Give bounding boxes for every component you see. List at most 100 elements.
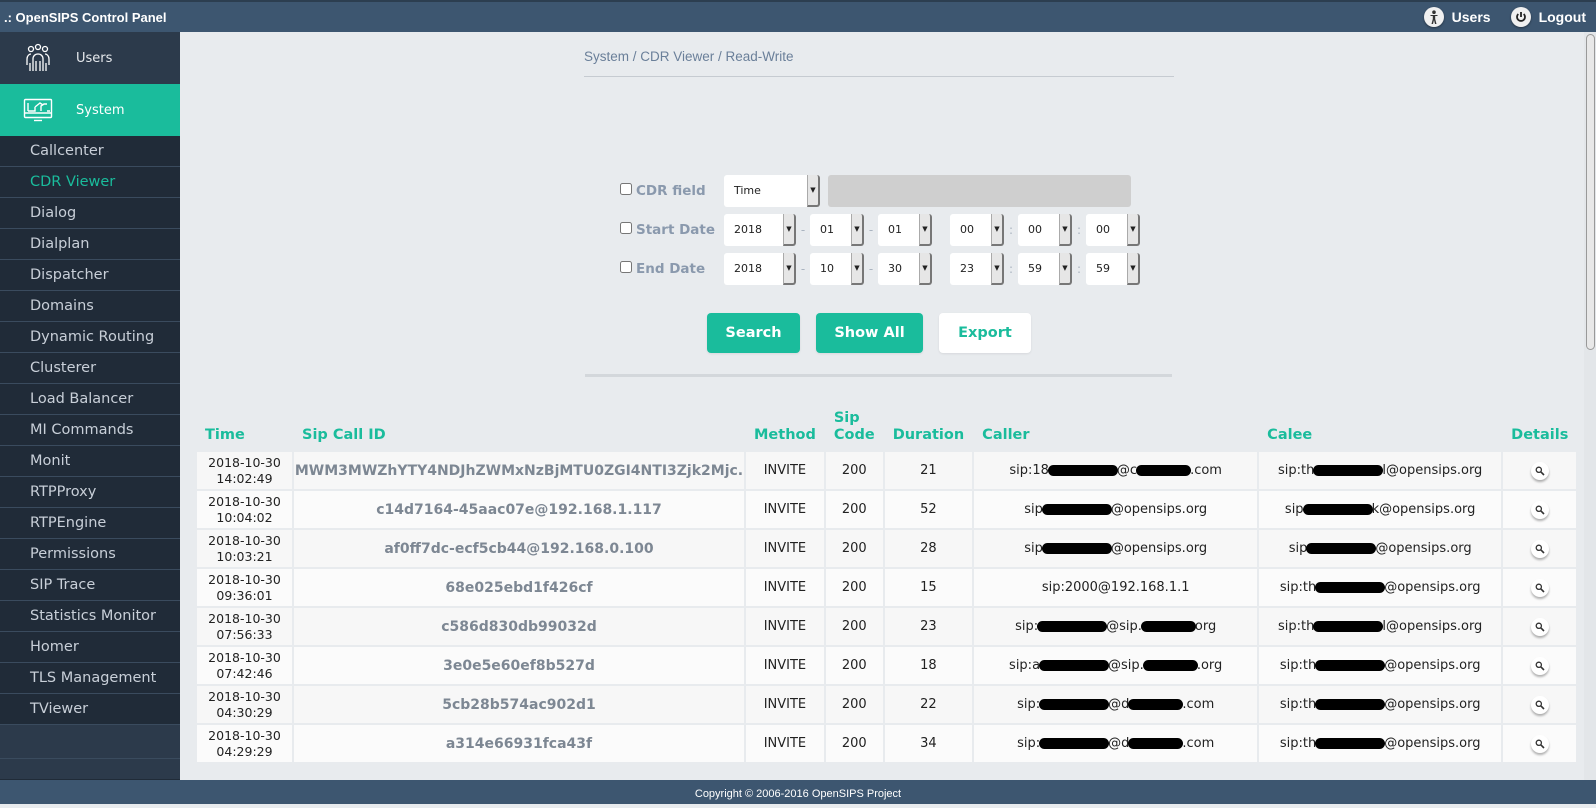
cell-callee-part: l@opensips.org [1382, 463, 1483, 478]
magnifier-icon[interactable] [1530, 734, 1549, 753]
vertical-scrollbar[interactable] [1584, 32, 1596, 780]
sidebar-item-rtpproxy[interactable]: RTPProxy [0, 477, 180, 508]
sidebar-item-tviewer[interactable]: TViewer [0, 694, 180, 725]
magnifier-icon[interactable] [1530, 578, 1549, 597]
cell-caller-part: @d [1108, 697, 1130, 712]
logout-link[interactable]: Logout [1510, 7, 1586, 27]
table-row: 2018-10-30 10:04:02 c14d7164-45aac07e@192.… [197, 491, 1577, 528]
start-second-select[interactable]: 00 ▼ [1086, 214, 1140, 246]
end-second-select[interactable]: 59 ▼ [1086, 253, 1140, 285]
sidebar-item-callcenter[interactable]: Callcenter [0, 136, 180, 167]
end-date-label-text: End Date [636, 261, 706, 277]
sidebar-item-dispatcher[interactable]: Dispatcher [0, 260, 180, 291]
cell-call-id: 68e025ebd1f426cf [294, 569, 744, 606]
redaction-mark [1039, 660, 1110, 671]
sidebar-item-sip-trace[interactable]: SIP Trace [0, 570, 180, 601]
sidebar-item-tls-management[interactable]: TLS Management [0, 663, 180, 694]
sidebar-item-dialog[interactable]: Dialog [0, 198, 180, 229]
start-day-select[interactable]: 01 ▼ [878, 214, 932, 246]
sidebar-item-domains[interactable]: Domains [0, 291, 180, 322]
cell-caller-part: sip: [1017, 697, 1041, 712]
redaction-mark [1142, 660, 1198, 671]
cell-callee-part: sip [1288, 541, 1308, 556]
cdr-field-select[interactable]: Time ▼ [724, 175, 820, 207]
cell-callee: sip:th @opensips.org [1259, 725, 1502, 762]
start-hour-select[interactable]: 00 ▼ [950, 214, 1004, 246]
sidebar-item-statistics-monitor[interactable]: Statistics Monitor [0, 601, 180, 632]
show-all-button[interactable]: Show All [816, 313, 923, 353]
start-month-select[interactable]: 01 ▼ [810, 214, 864, 246]
cell-sip-code: 200 [825, 608, 883, 645]
cell-callee-part: sip [1284, 502, 1304, 517]
cell-time-text: 04:30:29 [216, 704, 273, 720]
cell-details [1503, 530, 1577, 567]
date-separator: - [868, 223, 874, 237]
end-minute-select[interactable]: 59 ▼ [1018, 253, 1072, 285]
cdr-field-label-text: CDR field [636, 183, 706, 199]
end-day-select[interactable]: 30 ▼ [878, 253, 932, 285]
sidebar-item-dialplan[interactable]: Dialplan [0, 229, 180, 260]
cdr-field-value-input[interactable] [828, 175, 1131, 207]
cell-call-id: 5cb28b574ac902d1 [294, 686, 744, 723]
start-month-value: 01 [820, 223, 834, 236]
sidebar-item-cdr-viewer[interactable]: CDR Viewer [0, 167, 180, 198]
magnifier-icon[interactable] [1530, 617, 1549, 636]
start-minute-select[interactable]: 00 ▼ [1018, 214, 1072, 246]
search-button[interactable]: Search [707, 313, 800, 353]
start-year-select[interactable]: 2018 ▼ [724, 214, 796, 246]
magnifier-icon[interactable] [1530, 695, 1549, 714]
cell-method: INVITE [746, 452, 824, 489]
end-date-row: End Date 2018 ▼ - 10 ▼ - 30 ▼ 23 ▼ : 59 ▼ : 5… [620, 253, 1140, 285]
chevron-down-icon: ▼ [851, 214, 864, 246]
cell-method: INVITE [746, 608, 824, 645]
scrollbar-thumb[interactable] [1586, 34, 1595, 350]
sidebar-item-load-balancer[interactable]: Load Balancer [0, 384, 180, 415]
end-minute-value: 59 [1028, 262, 1042, 275]
sidebar-item-dynamic-routing[interactable]: Dynamic Routing [0, 322, 180, 353]
cell-details [1503, 491, 1577, 528]
magnifier-icon[interactable] [1530, 539, 1549, 558]
magnifier-icon[interactable] [1530, 461, 1549, 480]
end-hour-select[interactable]: 23 ▼ [950, 253, 1004, 285]
cell-date-text: 2018-10-30 [208, 532, 281, 548]
redaction-mark [1315, 738, 1386, 749]
top-users-label: Users [1451, 9, 1491, 25]
sidebar-section-users[interactable]: Users [0, 32, 180, 84]
cell-caller: sip @opensips.org [974, 491, 1258, 528]
chevron-down-icon: ▼ [783, 214, 796, 246]
sidebar-section-system[interactable]: System [0, 84, 180, 136]
chevron-down-icon: ▼ [1059, 253, 1072, 285]
cell-caller: sip:18 @c .com [974, 452, 1258, 489]
sidebar-item-monit[interactable]: Monit [0, 446, 180, 477]
end-date-checkbox[interactable] [620, 261, 632, 273]
time-separator: : [1008, 262, 1014, 276]
cell-call-id: MWM3MWZhYTY4NDJhZWMxNzBjMTU0ZGI4NTI3Zjk2… [294, 452, 744, 489]
sidebar-item-mi-commands[interactable]: MI Commands [0, 415, 180, 446]
cell-caller: sip:2000@192.168.1.1 [974, 569, 1258, 606]
top-users-link[interactable]: Users [1423, 7, 1491, 27]
cell-sip-code: 200 [825, 725, 883, 762]
sidebar-item-permissions[interactable]: Permissions [0, 539, 180, 570]
cdr-field-checkbox[interactable] [620, 183, 632, 195]
end-year-select[interactable]: 2018 ▼ [724, 253, 796, 285]
export-button[interactable]: Export [939, 313, 1031, 353]
magnifier-icon[interactable] [1530, 500, 1549, 519]
sidebar-item-rtpengine[interactable]: RTPEngine [0, 508, 180, 539]
cell-caller: sip @opensips.org [974, 530, 1258, 567]
end-month-value: 10 [820, 262, 834, 275]
cell-time-text: 09:36:01 [216, 587, 273, 603]
start-date-checkbox[interactable] [620, 222, 632, 234]
cell-date-text: 2018-10-30 [208, 493, 281, 509]
end-month-select[interactable]: 10 ▼ [810, 253, 864, 285]
magnifier-icon[interactable] [1530, 656, 1549, 675]
table-row: 2018-10-30 07:42:46 3e0e5e60ef8b527d INVITE… [197, 647, 1577, 684]
sidebar-item-homer[interactable]: Homer [0, 632, 180, 663]
cell-date-text: 2018-10-30 [208, 727, 281, 743]
cell-method: INVITE [746, 725, 824, 762]
start-second-value: 00 [1096, 223, 1110, 236]
sidebar-item-clusterer[interactable]: Clusterer [0, 353, 180, 384]
cell-duration: 21 [884, 452, 973, 489]
cell-callee-part: @opensips.org [1384, 658, 1481, 673]
end-year-value: 2018 [734, 262, 762, 275]
cell-callee: sip:th @opensips.org [1259, 569, 1502, 606]
